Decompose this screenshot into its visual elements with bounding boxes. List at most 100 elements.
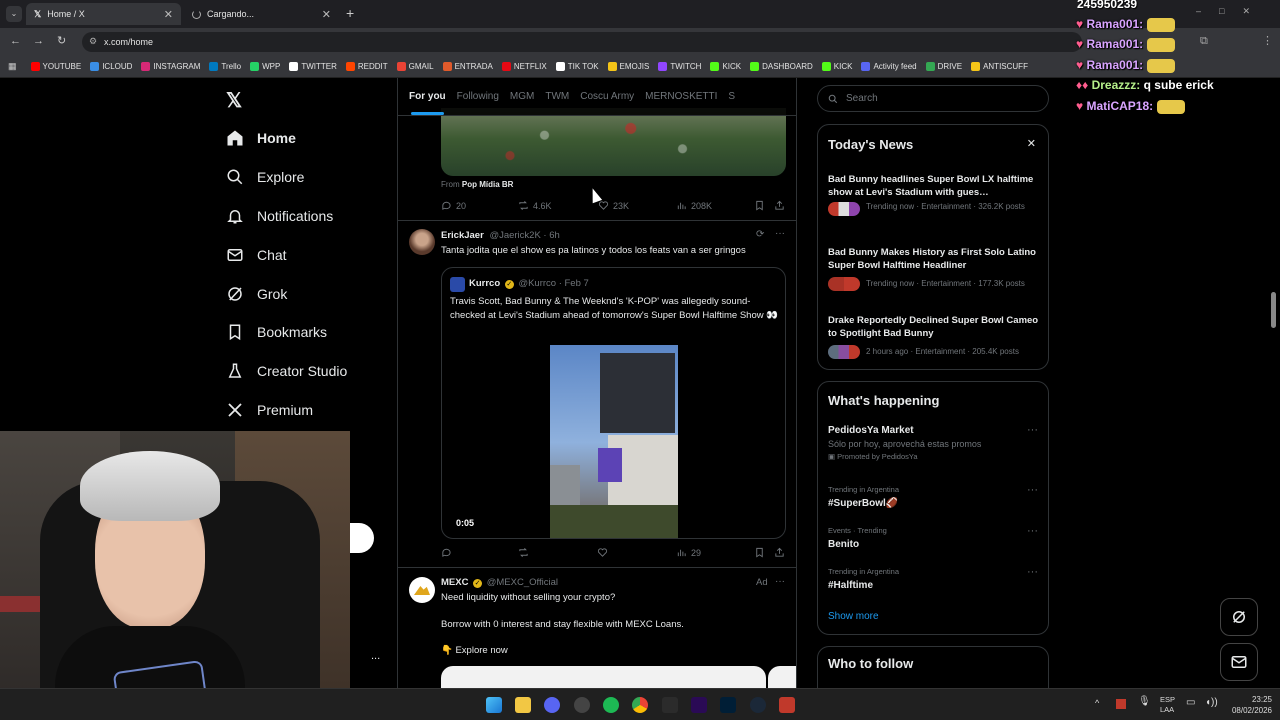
- nav-home[interactable]: Home: [226, 129, 296, 147]
- repost-button[interactable]: 4.6K: [518, 200, 552, 211]
- trend-item[interactable]: Events · Trending Benito: [828, 526, 887, 550]
- bookmark-item[interactable]: ICLOUD: [90, 62, 132, 71]
- menu-icon[interactable]: ⋮: [1262, 34, 1273, 47]
- bookmark-item[interactable]: NETFLIX: [501, 62, 547, 71]
- ad-media-card[interactable]: [441, 666, 766, 688]
- bookmark-item[interactable]: KICK: [821, 62, 852, 71]
- timeline-tab[interactable]: Coscu Army: [580, 91, 634, 102]
- address-bar[interactable]: ⚙ x.com/home: [82, 32, 1082, 52]
- bookmark-item[interactable]: TWITCH: [658, 62, 701, 71]
- bookmark-item[interactable]: Activity feed: [861, 62, 917, 71]
- extensions-icon[interactable]: ⧉: [1200, 35, 1208, 48]
- post-button-partial[interactable]: [349, 523, 374, 553]
- bookmark-item[interactable]: DASHBOARD: [750, 62, 813, 71]
- close-tab-icon[interactable]: ✕: [164, 8, 173, 21]
- timeline-tab[interactable]: Following: [457, 91, 499, 102]
- bookmark-item[interactable]: DRIVE: [925, 62, 962, 71]
- microphone-icon[interactable]: 🎙: [1138, 696, 1151, 707]
- close-icon[interactable]: ✕: [1027, 137, 1036, 150]
- news-item[interactable]: Drake Reportedly Declined Super Bowl Cam…: [828, 314, 1043, 359]
- bookmark-item[interactable]: KICK: [710, 62, 741, 71]
- messages-fab[interactable]: [1220, 643, 1258, 681]
- reload-icon[interactable]: ↻: [57, 34, 66, 47]
- windows-start-icon[interactable]: [486, 697, 502, 713]
- bookmark-item[interactable]: WPP: [250, 62, 280, 71]
- bookmark-icon[interactable]: [754, 200, 765, 211]
- repost-icon[interactable]: [518, 547, 529, 558]
- ad-media-card-next[interactable]: [768, 666, 796, 688]
- like-button[interactable]: 23K: [598, 200, 629, 211]
- tweet-media-image[interactable]: [441, 108, 786, 176]
- bookmark-item[interactable]: ANTISCUFF: [971, 62, 1028, 71]
- more-icon[interactable]: ···: [1027, 424, 1038, 436]
- heart-icon[interactable]: [597, 547, 608, 558]
- close-tab-icon[interactable]: ✕: [322, 8, 331, 21]
- nav-explore[interactable]: Explore: [226, 168, 304, 186]
- tab-loading[interactable]: Cargando... ✕: [184, 3, 339, 25]
- clock[interactable]: 23:25 08/02/2026: [1224, 694, 1272, 716]
- bookmark-icon[interactable]: [754, 547, 765, 558]
- show-more-link[interactable]: Show more: [828, 611, 879, 622]
- premiere-icon[interactable]: [691, 697, 707, 713]
- grok-fab[interactable]: [1220, 598, 1258, 636]
- more-icon[interactable]: ···: [1027, 525, 1038, 537]
- x-logo[interactable]: 𝕏: [226, 88, 242, 113]
- nav-notifications[interactable]: Notifications: [226, 207, 333, 225]
- explore-now-link[interactable]: 👇 Explore now: [441, 645, 508, 656]
- chrome-icon[interactable]: [632, 697, 648, 713]
- nav-bookmarks[interactable]: Bookmarks: [226, 323, 327, 341]
- avatar[interactable]: [409, 229, 435, 255]
- bookmark-item[interactable]: EMOJIS: [607, 62, 649, 71]
- nav-creator-studio[interactable]: Creator Studio: [226, 362, 347, 380]
- language-indicator[interactable]: ESP LAA: [1160, 695, 1175, 715]
- trend-item[interactable]: Trending in Argentina #Halftime: [828, 567, 899, 591]
- reply-icon[interactable]: [441, 547, 452, 558]
- photoshop-icon[interactable]: [720, 697, 736, 713]
- timeline-tab[interactable]: S: [728, 91, 735, 102]
- tab-search-dropdown[interactable]: ⌄: [6, 6, 22, 22]
- spotify-icon[interactable]: [603, 697, 619, 713]
- timeline-tab[interactable]: TWM: [545, 91, 569, 102]
- forward-icon[interactable]: →: [33, 35, 44, 47]
- bookmark-item[interactable]: ENTRADA: [442, 62, 493, 71]
- obs-icon[interactable]: [574, 697, 590, 713]
- avatar[interactable]: [409, 577, 435, 603]
- views-button[interactable]: 208K: [676, 200, 712, 211]
- network-icon[interactable]: ▭: [1186, 697, 1195, 708]
- trend-item[interactable]: PedidosYa Market Sólo por hoy, aprovechá…: [828, 425, 1043, 461]
- more-icon[interactable]: ···: [775, 228, 785, 239]
- views-button[interactable]: 29: [676, 547, 701, 558]
- from-source-link[interactable]: Pop Mídia BR: [462, 180, 514, 189]
- bookmark-item[interactable]: YOUTUBE: [30, 62, 81, 71]
- app-icon[interactable]: [662, 697, 678, 713]
- bookmark-item[interactable]: GMAIL: [396, 62, 434, 71]
- bookmark-item[interactable]: TWITTER: [289, 62, 337, 71]
- nav-grok[interactable]: Grok: [226, 285, 287, 303]
- quote-video[interactable]: [550, 345, 678, 538]
- discord-icon[interactable]: [544, 697, 560, 713]
- grok-icon[interactable]: ⟳: [756, 229, 764, 240]
- author-name[interactable]: ErickJaer: [441, 230, 484, 241]
- app-icon[interactable]: [779, 697, 795, 713]
- back-icon[interactable]: ←: [10, 35, 21, 47]
- apps-icon[interactable]: ▦: [8, 61, 17, 72]
- window-controls[interactable]: –□✕: [1196, 6, 1268, 17]
- account-more-icon[interactable]: ...: [371, 650, 380, 662]
- timeline-tab[interactable]: MGM: [510, 91, 534, 102]
- quote-tweet[interactable]: Kurrco ✓ @Kurrco · Feb 7 Travis Scott, B…: [441, 267, 786, 539]
- nav-premium[interactable]: Premium: [226, 401, 313, 419]
- more-icon[interactable]: ···: [1027, 484, 1038, 496]
- share-icon[interactable]: [774, 200, 785, 211]
- share-icon[interactable]: [774, 547, 785, 558]
- bookmark-item[interactable]: INSTAGRAM: [141, 62, 200, 71]
- timeline-tab[interactable]: MERNOSKETTI: [645, 91, 717, 102]
- site-info-icon[interactable]: ⚙: [89, 36, 97, 47]
- bookmark-item[interactable]: Trello: [209, 62, 241, 71]
- nav-chat[interactable]: Chat: [226, 246, 287, 264]
- more-icon[interactable]: ···: [775, 576, 785, 587]
- new-tab-button[interactable]: +: [346, 5, 354, 21]
- volume-icon[interactable]: ◖)): [1205, 697, 1218, 708]
- search-input[interactable]: Search: [817, 85, 1049, 112]
- reply-button[interactable]: 20: [441, 200, 466, 211]
- scrollbar-thumb[interactable]: [1271, 292, 1276, 328]
